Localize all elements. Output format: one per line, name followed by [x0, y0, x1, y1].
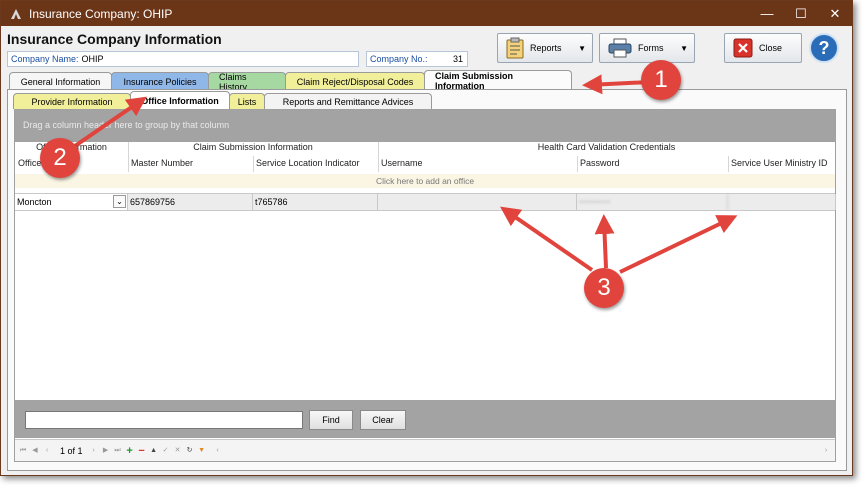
find-button[interactable]: Find: [309, 410, 353, 430]
refresh-icon[interactable]: ↻: [185, 446, 195, 456]
next-page-icon[interactable]: ▶: [101, 446, 111, 456]
callout-3: 3: [584, 268, 624, 308]
column-divider: [253, 156, 254, 172]
delete-icon[interactable]: −: [137, 445, 147, 456]
cancel-icon[interactable]: ✕: [173, 446, 183, 456]
tab-claim-submission-information[interactable]: Claim Submission Information: [424, 70, 572, 91]
company-no-value: 31: [452, 54, 463, 64]
app-icon: [11, 8, 21, 19]
tab-lists[interactable]: Lists: [229, 93, 265, 109]
tab-claim-reject-codes[interactable]: Claim Reject/Disposal Codes: [285, 72, 425, 90]
col-service-user-ministry-id[interactable]: Service User Ministry ID: [731, 158, 828, 168]
sub-tabs: Provider Information Office Information …: [13, 91, 432, 109]
forms-button[interactable]: Forms ▼: [599, 33, 695, 63]
office-cell[interactable]: Moncton ⌄: [15, 194, 128, 210]
company-name-label: Company Name:: [11, 54, 79, 64]
next-record-icon[interactable]: ›: [89, 446, 99, 456]
callout-2: 2: [40, 138, 80, 178]
first-page-icon[interactable]: ⏮: [18, 446, 28, 456]
prev-page-icon[interactable]: ◀: [30, 446, 40, 456]
app-window: Insurance Company: OHIP — ☐ ✕ Insurance …: [0, 0, 853, 476]
col-service-location-indicator[interactable]: Service Location Indicator: [256, 158, 360, 168]
tab-reports-remittance[interactable]: Reports and Remittance Advices: [264, 93, 432, 109]
col-username[interactable]: Username: [381, 158, 423, 168]
office-grid: Drag a column header here to group by th…: [14, 109, 836, 462]
forms-label: Forms: [638, 43, 664, 53]
company-no-field[interactable]: Company No.: 31: [366, 51, 468, 67]
close-label: Close: [759, 43, 783, 53]
add-office-row[interactable]: Click here to add an office: [15, 174, 835, 188]
window-title: Insurance Company: OHIP: [29, 6, 173, 21]
column-divider: [128, 142, 129, 172]
company-no-label: Company No.:: [370, 54, 428, 64]
page-indicator: 1 of 1: [60, 445, 83, 456]
company-name-value: OHIP: [81, 54, 104, 64]
chevron-down-icon[interactable]: ⌄: [113, 195, 126, 208]
office-value: Moncton: [17, 197, 52, 207]
close-icon: [733, 38, 753, 58]
group-by-bar[interactable]: Drag a column header here to group by th…: [15, 110, 835, 142]
scroll-right-icon[interactable]: ›: [821, 446, 831, 456]
reports-label: Reports: [530, 43, 562, 53]
sli-cell[interactable]: t765786: [253, 194, 378, 210]
tab-general-information[interactable]: General Information: [9, 72, 112, 90]
close-button[interactable]: Close: [724, 33, 802, 63]
password-cell[interactable]: ••••••••••: [577, 194, 728, 210]
scroll-left-icon[interactable]: ‹: [213, 446, 223, 456]
edit-icon[interactable]: ▲: [149, 446, 159, 456]
close-window-button[interactable]: ✕: [818, 1, 852, 26]
table-row[interactable]: Moncton ⌄ 657869756 t765786 ••••••••••: [15, 193, 836, 211]
help-button[interactable]: ?: [809, 33, 839, 63]
callout-1: 1: [641, 60, 681, 100]
tab-provider-information[interactable]: Provider Information: [13, 93, 131, 109]
chevron-down-icon: ▼: [680, 43, 688, 53]
col-password[interactable]: Password: [580, 158, 620, 168]
title-bar: Insurance Company: OHIP — ☐ ✕: [1, 1, 852, 26]
reports-button[interactable]: Reports ▼: [497, 33, 593, 63]
maximize-button[interactable]: ☐: [784, 1, 818, 26]
tab-claims-history[interactable]: Claims History: [208, 72, 286, 92]
column-divider: [577, 156, 578, 172]
band-claim-submission: Claim Submission Information: [193, 142, 313, 152]
clear-button[interactable]: Clear: [360, 410, 406, 430]
clipboard-icon: [506, 37, 524, 59]
minimize-button[interactable]: —: [750, 1, 784, 26]
find-bar: Find Clear: [15, 400, 835, 438]
col-office[interactable]: Office: [18, 158, 41, 168]
username-cell[interactable]: [378, 194, 577, 210]
band-health-card: Health Card Validation Credentials: [537, 142, 676, 152]
chevron-down-icon: ▼: [578, 43, 586, 53]
ministry-id-cell[interactable]: [728, 194, 836, 210]
record-navigator: ⏮ ◀ ‹ 1 of 1 › ▶ ⏭ + − ▲ ✓ ✕ ↻ ▼ ‹ ›: [15, 439, 835, 461]
col-master-number[interactable]: Master Number: [131, 158, 193, 168]
header: Insurance Company Information: [7, 31, 222, 47]
master-number-cell[interactable]: 657869756: [128, 194, 253, 210]
page-title: Insurance Company Information: [7, 31, 222, 47]
printer-icon: [608, 38, 632, 58]
column-divider: [378, 142, 379, 172]
column-divider: [728, 156, 729, 172]
last-page-icon[interactable]: ⏭: [113, 446, 123, 456]
save-icon[interactable]: ✓: [161, 446, 171, 456]
find-input[interactable]: [25, 411, 303, 429]
main-tabs: General Information Insurance Policies C…: [9, 70, 572, 92]
prev-record-icon[interactable]: ‹: [42, 446, 52, 456]
tab-insurance-policies[interactable]: Insurance Policies: [111, 72, 209, 90]
tab-office-information[interactable]: Office Information: [130, 91, 230, 109]
add-icon[interactable]: +: [125, 445, 135, 456]
filter-icon[interactable]: ▼: [197, 446, 207, 456]
company-name-field[interactable]: Company Name: OHIP: [7, 51, 359, 67]
